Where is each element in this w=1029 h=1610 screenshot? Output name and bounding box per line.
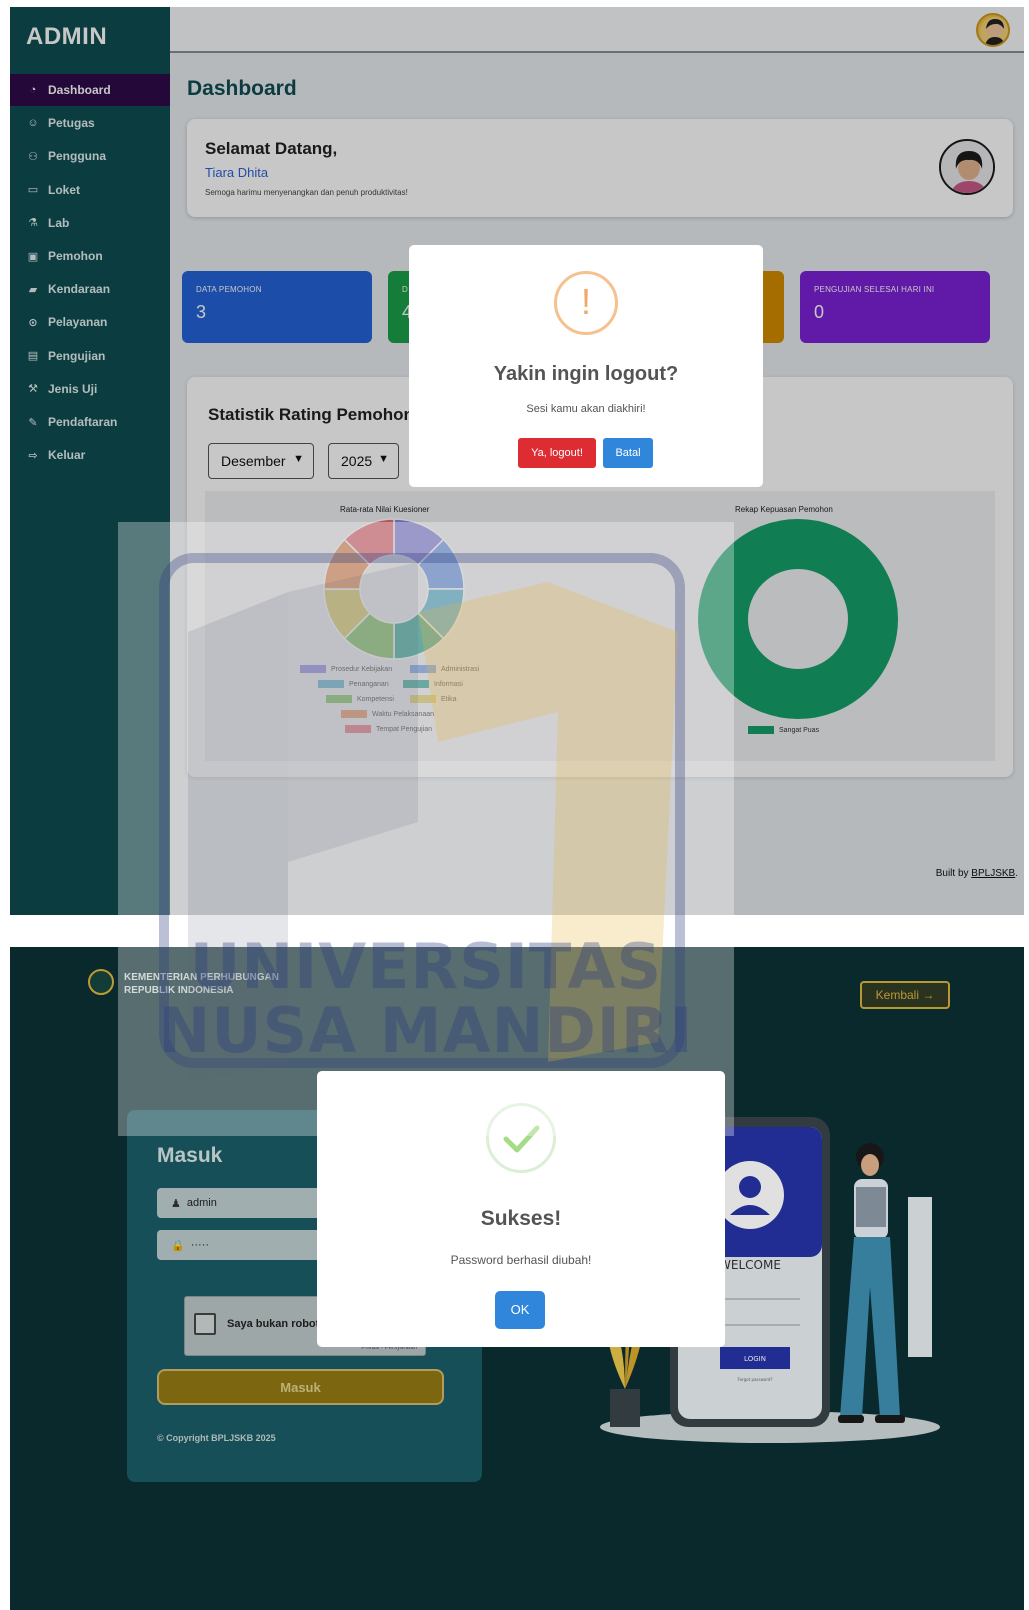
warning-icon: ! — [554, 271, 618, 335]
success-dialog-title: Sukses! — [480, 1207, 562, 1230]
logout-dialog-title: Yakin ingin logout? — [493, 363, 679, 385]
confirm-logout-button[interactable]: Ya, logout! — [518, 438, 596, 468]
logout-dialog: ! Yakin ingin logout? Sesi kamu akan dia… — [409, 245, 763, 487]
ok-button[interactable]: OK — [495, 1291, 545, 1329]
logout-dialog-text: Sesi kamu akan diakhiri! — [526, 403, 646, 415]
cancel-button[interactable]: Batal — [603, 438, 653, 468]
watermark-line2: NUSA MANDIRI — [158, 994, 694, 1067]
university-watermark: UNIVERSITAS NUSA MANDIRI — [118, 522, 734, 1136]
watermark-line1: UNIVERSITAS — [189, 930, 663, 1003]
success-dialog-text: Password berhasil diubah! — [450, 1253, 592, 1267]
